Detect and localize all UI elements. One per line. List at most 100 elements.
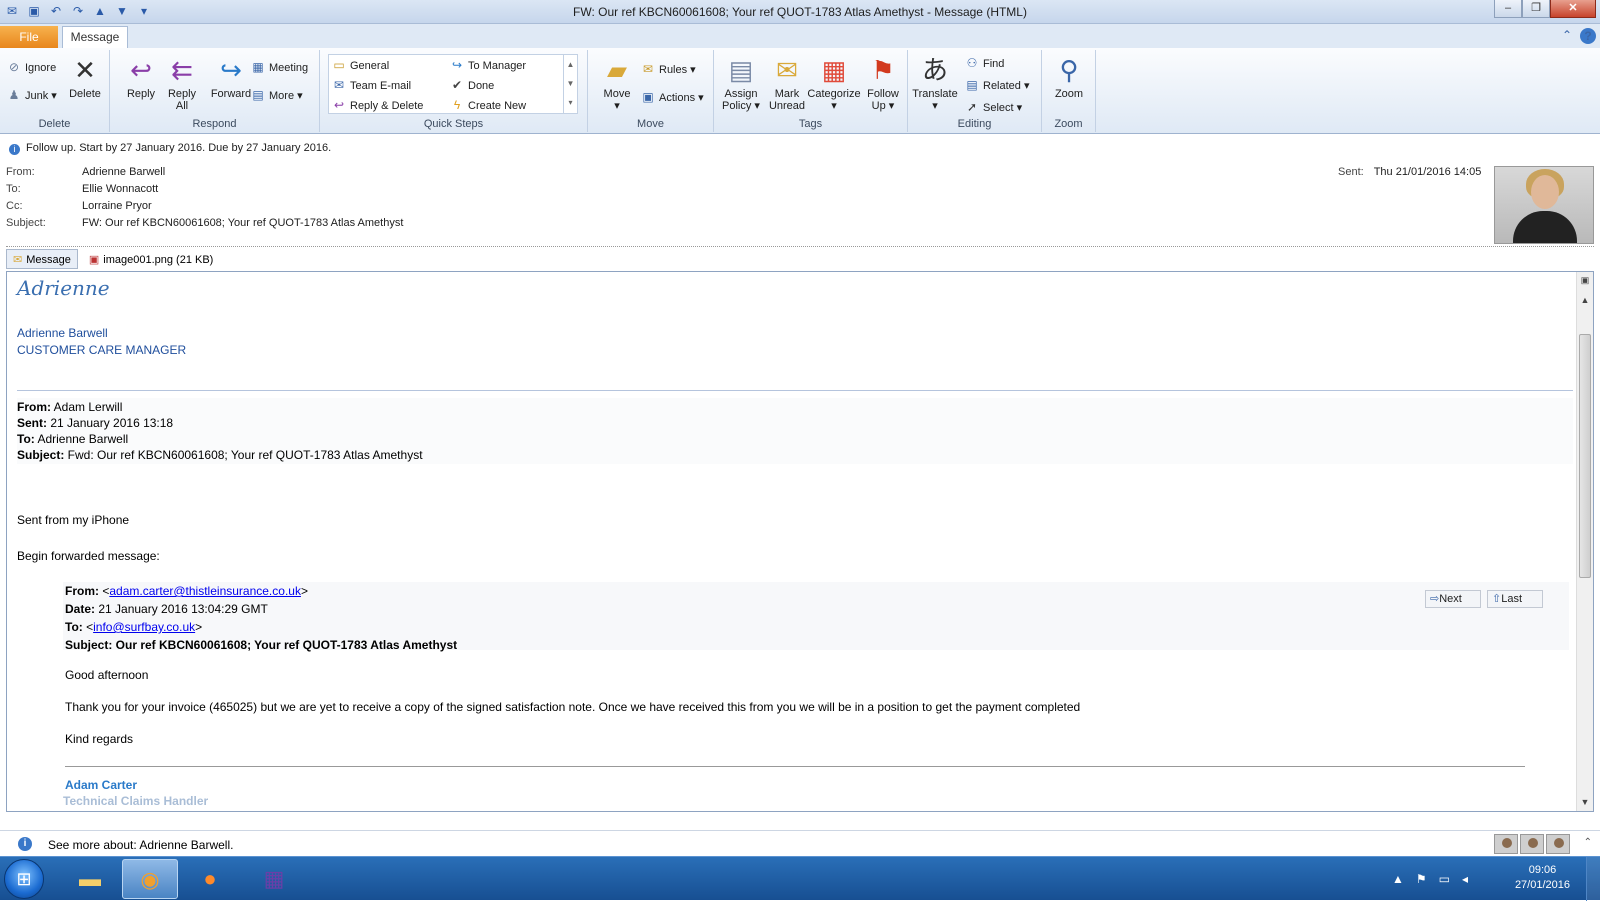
info-icon: i [18,837,32,851]
next-button[interactable]: ⇨Next [1425,590,1481,608]
quickstep-general[interactable]: ▭ General [331,58,389,72]
photo-body [1513,211,1577,243]
follow-up-button[interactable]: ⚑ Follow Up ▾ [860,54,906,112]
volume-icon[interactable]: ◂ [1462,872,1468,886]
person-thumbnail[interactable] [1494,834,1518,854]
envelope-icon: ✉ [13,254,23,266]
translate-icon: あ [921,55,948,85]
email-link-adam[interactable]: adam.carter@thistleinsurance.co.uk [109,584,301,598]
show-desktop-button[interactable] [1586,857,1600,901]
junk-button[interactable]: ♟ Junk ▾ [6,88,57,102]
group-label: Quick Steps [423,118,484,130]
mark-unread-button[interactable]: ✉ Mark Unread [762,54,812,112]
signature-title: CUSTOMER CARE MANAGER [17,343,187,357]
show-hidden-icons[interactable]: ▲ [1392,872,1404,886]
minimize-ribbon-icon[interactable]: ⌃ [1562,28,1572,44]
editing-group: あ Translate ▾ ⚇ Find ▤ Related ▾ ➚ Select ▾ E… [908,50,1042,132]
binoculars-icon: ⚇ [966,56,978,70]
scroll-thumb[interactable] [1579,334,1591,578]
outlook-taskbar-icon[interactable]: ◉ [122,859,178,899]
signature-name: Adrienne Barwell [17,326,108,340]
closing: Kind regards [65,732,134,746]
move-group: ▰ Move ▾ ✉ Rules ▾ ▣ Actions ▾ Move [588,50,714,132]
forward-header: From: Adam Lerwill Sent: 21 January 2016… [17,398,1573,464]
last-button[interactable]: ⇧Last [1487,590,1543,608]
quickstep-create-new[interactable]: ϟ Create New [449,98,526,112]
reading-pane-icon[interactable]: ▣ [1579,274,1591,286]
more-button[interactable]: ▤ More ▾ [250,88,302,102]
ignore-button[interactable]: ⊘ Ignore [6,60,56,74]
sent-from-iphone: Sent from my iPhone [17,513,130,527]
ribbon: ⊘ Ignore ♟ Junk ▾ ✕ Delete Delete ↩ Reply ⇇ R… [0,48,1600,134]
more-icon: ▤ [252,88,264,102]
network-icon[interactable]: ▭ [1439,872,1450,886]
related-button[interactable]: ▤ Related ▾ [964,78,1029,92]
reply-all-icon: ⇇ [171,55,193,85]
action-center-flag-icon[interactable]: ⚑ [1416,872,1427,886]
find-button[interactable]: ⚇ Find [964,56,1005,70]
calendar-icon: ▦ [252,60,264,74]
quickstep-team-email[interactable]: ✉ Team E-mail [331,78,411,92]
policy-icon: ▤ [728,55,754,85]
related-icon: ▤ [966,78,978,92]
calendar-app-taskbar-icon[interactable]: ▦ [246,859,302,899]
header-subject: Subject: FW: Our ref KBCN60061608; Your r… [6,217,404,229]
scroll-up-arrow[interactable]: ▲ [1579,294,1591,306]
expand-people-pane-icon[interactable]: ⌃ [1584,837,1592,848]
quickstep-done[interactable]: ✔ Done [449,78,494,92]
quickstep-to-manager[interactable]: ↪ To Manager [449,58,526,72]
delete-button[interactable]: ✕ Delete [60,54,110,100]
quick-steps-scroll[interactable]: ▲ ▼ ▾ [563,55,577,113]
quickstep-reply-delete[interactable]: ↩ Reply & Delete [331,98,423,112]
forward-icon: ↪ [220,55,242,85]
email-link-surfbay[interactable]: info@surfbay.co.uk [93,620,195,634]
zoom-button[interactable]: ⚲ Zoom [1044,54,1094,100]
restore-button[interactable]: ❐ [1522,0,1550,18]
quote-from: From: <adam.carter@thistleinsurance.co.u… [65,584,308,598]
group-label: Move [637,118,664,130]
explorer-taskbar-icon[interactable]: ▬ [62,859,118,899]
firefox-taskbar-icon[interactable]: ● [182,859,238,899]
person-thumbnail[interactable] [1520,834,1544,854]
scroll-down-arrow[interactable]: ▼ [1579,796,1591,808]
actions-button[interactable]: ▣ Actions ▾ [640,90,703,104]
person-thumbnail[interactable] [1546,834,1570,854]
assign-policy-button[interactable]: ▤ Assign Policy ▾ [716,54,766,112]
tab-message[interactable]: Message [62,26,128,48]
people-pane-text[interactable]: See more about: Adrienne Barwell. [48,838,233,852]
message-body[interactable]: Adrienne Adrienne Barwell CUSTOMER CARE … [6,271,1594,812]
attachment-image001[interactable]: ▣ image001.png (21 KB) [82,249,220,269]
tab-file[interactable]: File [0,26,58,48]
vertical-scrollbar[interactable]: ▣ ▲ ▼ [1576,272,1593,811]
window-title: FW: Our ref KBCN60061608; Your ref QUOT-… [573,5,1027,19]
sender-title: Technical Claims Handler [63,794,209,808]
help-icon[interactable]: ? [1580,28,1596,44]
ribbon-tab-row: File Message ⌃ ? [0,24,1600,48]
sender-photo[interactable] [1494,166,1594,244]
fwd-from: From: Adam Lerwill [17,400,123,414]
select-button[interactable]: ➚ Select ▾ [964,100,1022,114]
quote-date: Date: 21 January 2016 13:04:29 GMT [65,602,268,616]
forward-button[interactable]: ↪ Forward [206,54,256,100]
group-label: Delete [38,118,71,130]
reply-icon: ↩ [130,55,152,85]
categorize-button[interactable]: ▦ Categorize ▾ [806,54,862,112]
flag-icon: ⚑ [871,55,895,85]
close-button[interactable]: ✕ [1550,0,1596,18]
reply-all-button[interactable]: ⇇ Reply All [162,54,202,112]
reply-button[interactable]: ↩ Reply [116,54,166,100]
meeting-button[interactable]: ▦ Meeting [250,60,308,74]
rules-icon: ✉ [642,62,654,76]
message-tab[interactable]: ✉ Message [6,249,78,269]
start-button[interactable]: ⊞ [4,859,44,899]
lightning-icon: ϟ [453,98,461,112]
rules-button[interactable]: ✉ Rules ▾ [640,62,696,76]
clock[interactable]: 09:06 27/01/2016 [1515,863,1570,893]
move-button[interactable]: ▰ Move ▾ [592,54,642,112]
fwd-sent: Sent: 21 January 2016 13:18 [17,416,174,430]
ignore-icon: ⊘ [8,60,20,74]
header-sent: Sent: Thu 21/01/2016 14:05 [1338,166,1482,178]
minimize-button[interactable]: – [1494,0,1522,18]
folder-move-icon: ▭ [333,58,345,72]
translate-button[interactable]: あ Translate ▾ [910,54,960,112]
